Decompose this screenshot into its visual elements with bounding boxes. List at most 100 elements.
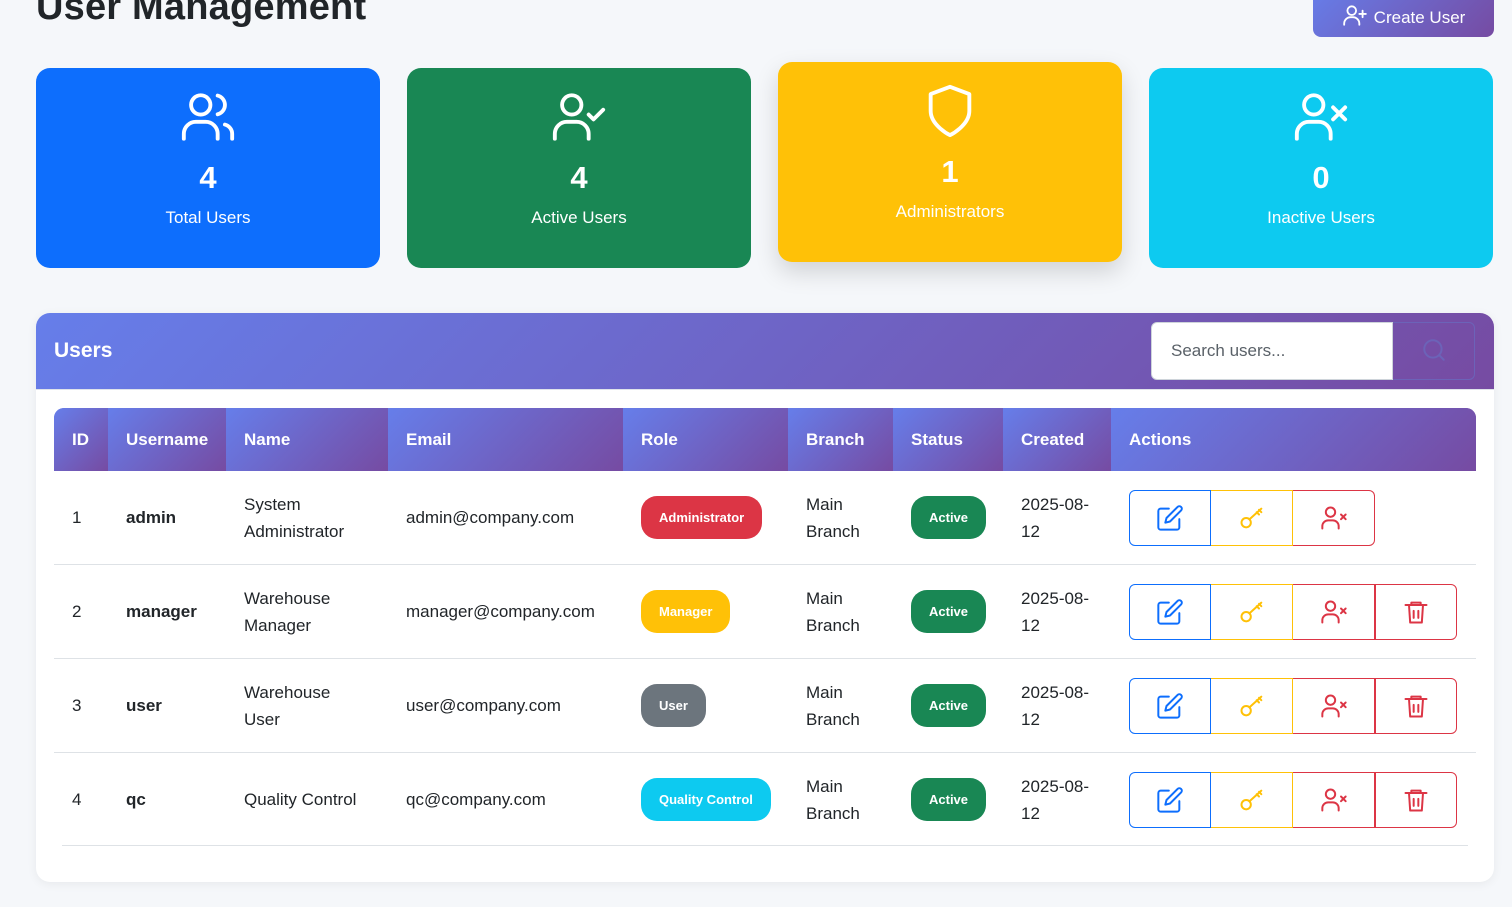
table-bottom-divider [62,845,1468,846]
search-input[interactable] [1151,322,1393,380]
user-name: Warehouse User [244,682,331,729]
edit-icon [1157,505,1183,531]
deactivate-user-button[interactable] [1293,678,1375,734]
row-actions [1129,584,1457,640]
create-user-button[interactable]: Create User [1313,0,1494,37]
administrators-card: 1 Administrators [778,62,1122,262]
user-branch: Main Branch [806,494,860,541]
shield-icon [778,82,1122,140]
administrators-label: Administrators [895,202,1005,221]
user-username: qc [126,790,146,809]
row-actions [1129,678,1457,734]
search-button[interactable] [1393,322,1475,380]
user-created: 2025-08-12 [1021,494,1090,541]
key-icon [1240,695,1262,717]
user-email: user@company.com [406,696,561,715]
role-badge: Administrator [641,496,763,539]
column-header-branch: Branch [788,408,893,471]
users-panel-title: Users [54,339,113,362]
edit-icon [1157,599,1183,625]
column-header-username: Username [108,408,226,471]
edit-icon [1157,693,1183,719]
status-badge: Active [911,778,987,821]
user-x-icon [1320,600,1347,624]
reset-password-button[interactable] [1211,678,1293,734]
deactivate-user-button[interactable] [1293,772,1375,828]
user-x-icon [1320,506,1347,530]
table-row: 4 qc Quality Control qc@company.com Qual… [54,753,1476,847]
delete-user-button[interactable] [1375,678,1457,734]
users-panel-header: Users [36,313,1494,390]
user-plus-icon [1342,2,1368,33]
trash-icon [1404,789,1428,812]
user-x-icon [1149,88,1493,146]
table-row: 1 admin System Administrator admin@compa… [54,471,1476,565]
delete-user-button[interactable] [1375,584,1457,640]
user-id: 3 [72,696,82,715]
column-header-name: Name [226,408,388,471]
user-username: user [126,696,162,715]
search-icon [1421,337,1447,366]
total-users-count: 4 [199,160,217,195]
inactive-users-count: 0 [1312,160,1330,195]
user-id: 1 [72,508,82,527]
row-actions [1129,772,1457,828]
inactive-users-card: 0 Inactive Users [1149,68,1493,268]
user-x-icon [1320,788,1347,812]
edit-icon [1157,787,1183,813]
user-id: 2 [72,602,82,621]
column-header-role: Role [623,408,788,471]
user-name: Warehouse Manager [244,588,331,635]
edit-user-button[interactable] [1129,678,1211,734]
column-header-status: Status [893,408,1003,471]
edit-user-button[interactable] [1129,772,1211,828]
key-icon [1240,507,1262,529]
column-header-email: Email [388,408,623,471]
user-id: 4 [72,790,82,809]
user-check-icon [407,88,751,146]
user-username: manager [126,602,197,621]
user-branch: Main Branch [806,588,860,635]
trash-icon [1404,601,1428,624]
deactivate-user-button[interactable] [1293,584,1375,640]
reset-password-button[interactable] [1211,490,1293,546]
user-username: admin [126,508,177,527]
users-icon [36,88,380,146]
delete-user-button[interactable] [1375,772,1457,828]
active-users-count: 4 [570,160,588,195]
edit-user-button[interactable] [1129,584,1211,640]
status-badge: Active [911,684,987,727]
trash-icon [1404,695,1428,718]
role-badge: User [641,684,706,727]
user-created: 2025-08-12 [1021,776,1090,823]
table-row: 3 user Warehouse User user@company.com U… [54,659,1476,753]
user-name: System Administrator [244,494,345,541]
reset-password-button[interactable] [1211,772,1293,828]
user-branch: Main Branch [806,682,860,729]
user-name: Quality Control [244,790,357,809]
row-actions [1129,490,1375,546]
create-user-label: Create User [1373,7,1466,27]
key-icon [1240,601,1262,623]
role-badge: Manager [641,590,731,633]
user-email: qc@company.com [406,790,546,809]
active-users-card: 4 Active Users [407,68,751,268]
total-users-label: Total Users [165,208,251,227]
table-row: 2 manager Warehouse Manager manager@comp… [54,565,1476,659]
total-users-card: 4 Total Users [36,68,380,268]
edit-user-button[interactable] [1129,490,1211,546]
user-email: admin@company.com [406,508,575,527]
inactive-users-label: Inactive Users [1267,208,1375,227]
key-icon [1240,789,1262,811]
active-users-label: Active Users [531,208,627,227]
user-created: 2025-08-12 [1021,588,1090,635]
status-badge: Active [911,496,987,539]
table-header: ID Username Name Email Role Branch Statu… [54,408,1476,471]
reset-password-button[interactable] [1211,584,1293,640]
role-badge: Quality Control [641,778,771,821]
column-header-created: Created [1003,408,1111,471]
user-x-icon [1320,694,1347,718]
administrators-count: 1 [941,154,959,189]
user-created: 2025-08-12 [1021,682,1090,729]
deactivate-user-button[interactable] [1293,490,1375,546]
